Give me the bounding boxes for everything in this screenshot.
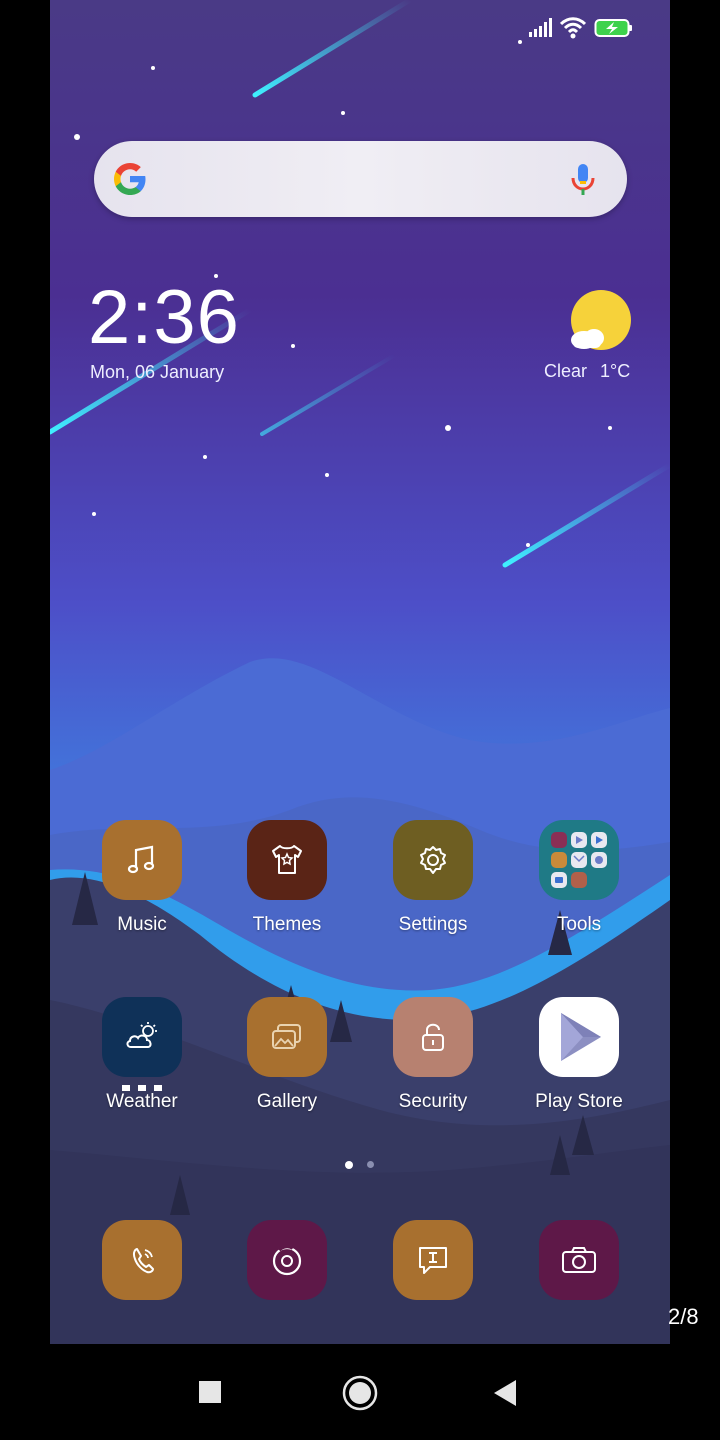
clock-time[interactable]: 2:36 bbox=[88, 280, 240, 356]
page-indicator-dot-1[interactable] bbox=[345, 1161, 353, 1169]
weather-cloud-sun-icon bbox=[126, 1022, 157, 1048]
app-weather-tile[interactable] bbox=[102, 997, 182, 1077]
sun-cloud-icon[interactable] bbox=[568, 288, 634, 354]
app-security[interactable]: Security bbox=[363, 997, 503, 1113]
dock-camera-tile[interactable] bbox=[539, 1220, 619, 1300]
app-music-label: Music bbox=[117, 914, 167, 935]
dock-phone[interactable] bbox=[72, 1220, 212, 1300]
back-button[interactable] bbox=[494, 1380, 518, 1406]
status-bar bbox=[520, 16, 660, 42]
dock-browser-tile[interactable] bbox=[247, 1220, 327, 1300]
wifi-icon bbox=[560, 17, 586, 39]
app-gallery[interactable]: Gallery bbox=[217, 997, 357, 1113]
app-security-tile[interactable] bbox=[393, 997, 473, 1077]
dock-messages-tile[interactable] bbox=[393, 1220, 473, 1300]
app-weather[interactable]: Weather bbox=[72, 997, 212, 1113]
play-store-icon bbox=[561, 1013, 601, 1061]
tshirt-icon bbox=[272, 845, 302, 874]
dock-phone-tile[interactable] bbox=[102, 1220, 182, 1300]
gear-icon bbox=[420, 846, 446, 874]
dock-browser[interactable] bbox=[217, 1220, 357, 1300]
app-settings-tile[interactable] bbox=[393, 820, 473, 900]
app-play-store[interactable]: Play Store bbox=[509, 997, 649, 1113]
lock-icon bbox=[422, 1023, 444, 1051]
app-play-store-tile[interactable] bbox=[539, 997, 619, 1077]
app-themes[interactable]: Themes bbox=[217, 820, 357, 936]
recents-button[interactable] bbox=[199, 1381, 221, 1403]
weather-temperature: 1°C bbox=[600, 361, 631, 381]
dock-messages[interactable] bbox=[363, 1220, 503, 1300]
microphone-icon[interactable] bbox=[569, 163, 597, 197]
camera-icon bbox=[562, 1247, 596, 1273]
battery-charging-icon bbox=[594, 19, 632, 37]
weather-condition: Clear bbox=[544, 361, 588, 381]
app-security-label: Security bbox=[398, 1091, 468, 1112]
google-logo-icon bbox=[114, 163, 146, 195]
folder-tools-label: Tools bbox=[556, 914, 602, 935]
page-counter: 2/8 bbox=[668, 1304, 699, 1329]
app-gallery-label: Gallery bbox=[256, 1091, 318, 1112]
signal-icon bbox=[529, 18, 552, 37]
navigation-bar bbox=[0, 1344, 720, 1440]
app-gallery-tile[interactable] bbox=[247, 997, 327, 1077]
music-note-icon bbox=[127, 845, 155, 874]
messages-icon bbox=[419, 1247, 447, 1274]
folder-tools[interactable]: Tools bbox=[509, 820, 649, 936]
home-screen: 2:36 Mon, 06 January Clear 1°C Music The… bbox=[50, 0, 670, 1344]
dock-camera[interactable] bbox=[509, 1220, 649, 1300]
google-search-bar[interactable] bbox=[94, 141, 627, 217]
page-indicator-dot-2[interactable] bbox=[367, 1161, 374, 1168]
app-themes-label: Themes bbox=[252, 914, 322, 935]
app-weather-label: Weather bbox=[106, 1091, 178, 1112]
app-music-tile[interactable] bbox=[102, 820, 182, 900]
home-button[interactable] bbox=[342, 1375, 378, 1411]
app-themes-tile[interactable] bbox=[247, 820, 327, 900]
app-settings-label: Settings bbox=[398, 914, 468, 935]
folder-grid-icon bbox=[551, 832, 607, 888]
gallery-icon bbox=[272, 1024, 301, 1049]
browser-icon bbox=[272, 1244, 302, 1276]
app-music[interactable]: Music bbox=[72, 820, 212, 936]
app-play-store-label: Play Store bbox=[535, 1091, 623, 1112]
folder-tools-tile[interactable] bbox=[539, 820, 619, 900]
app-settings[interactable]: Settings bbox=[363, 820, 503, 936]
weather-loading-dots bbox=[122, 1085, 162, 1093]
clock-date: Mon, 06 January bbox=[90, 362, 225, 382]
phone-icon bbox=[132, 1248, 154, 1274]
